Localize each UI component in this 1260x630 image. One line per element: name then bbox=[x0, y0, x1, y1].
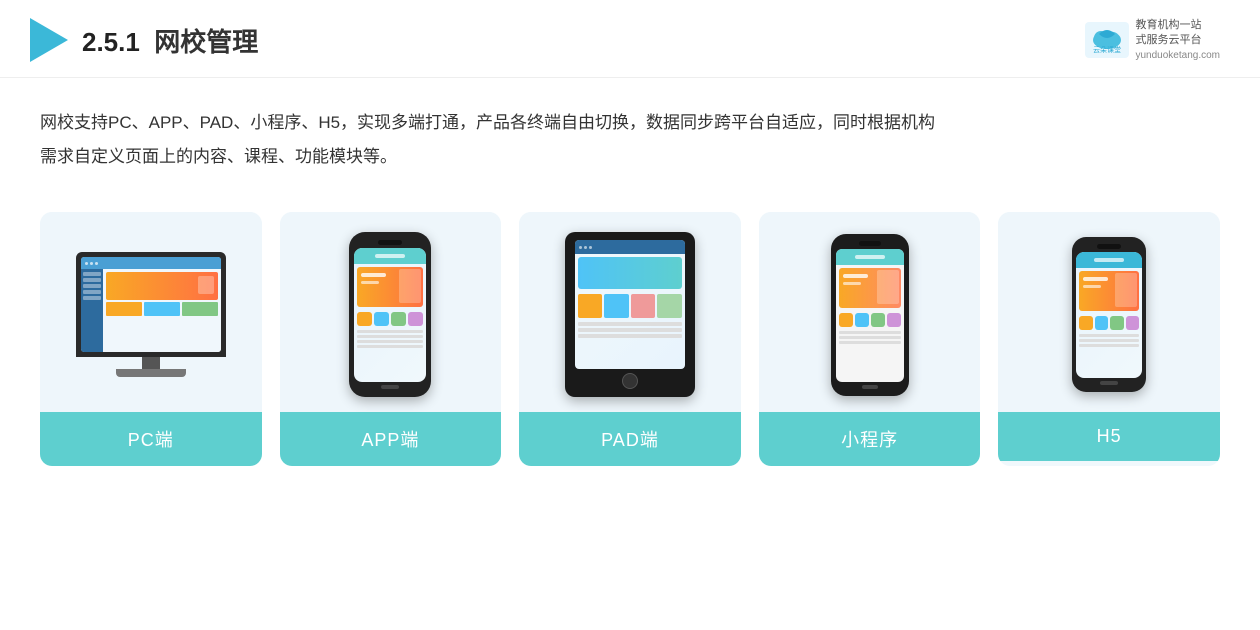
description-line1: 网校支持PC、APP、PAD、小程序、H5，实现多端打通，产品各终端自由切换，数… bbox=[40, 106, 1220, 140]
brand-logo: 云朵课堂 教育机构一站 式服务云平台 yunduoketang.com bbox=[1085, 18, 1220, 63]
card-image-h5 bbox=[998, 212, 1220, 412]
mini-phone-screen bbox=[836, 249, 904, 382]
page-header: 2.5.1 网校管理 云朵课堂 bbox=[0, 0, 1260, 78]
card-image-mini bbox=[759, 212, 981, 412]
card-pc: PC端 bbox=[40, 212, 262, 466]
card-label-pad: PAD端 bbox=[519, 412, 741, 466]
card-mini: 小程序 bbox=[759, 212, 981, 466]
app-phone-icon bbox=[349, 232, 431, 397]
page-title: 2.5.1 网校管理 bbox=[82, 22, 258, 59]
brand-url: yunduoketang.com bbox=[1135, 49, 1220, 63]
description-line2: 需求自定义页面上的内容、课程、功能模块等。 bbox=[40, 140, 1220, 174]
card-app: APP端 bbox=[280, 212, 502, 466]
brand-text: 教育机构一站 式服务云平台 yunduoketang.com bbox=[1135, 18, 1220, 63]
card-pad: PAD端 bbox=[519, 212, 741, 466]
h5-phone-icon bbox=[1072, 237, 1146, 392]
phone-notch bbox=[378, 240, 402, 245]
pad-home-button bbox=[622, 373, 638, 389]
pad-screen bbox=[575, 240, 685, 369]
card-h5: H5 bbox=[998, 212, 1220, 466]
pad-tablet-icon bbox=[565, 232, 695, 397]
brand-tagline1: 教育机构一站 bbox=[1135, 18, 1220, 33]
monitor-frame bbox=[76, 252, 226, 357]
header-left: 2.5.1 网校管理 bbox=[30, 18, 258, 62]
mini-phone-icon bbox=[831, 234, 909, 396]
pc-monitor-icon bbox=[71, 252, 231, 377]
card-image-app bbox=[280, 212, 502, 412]
h5-home-button bbox=[1100, 381, 1118, 385]
svg-text:云朵课堂: 云朵课堂 bbox=[1093, 45, 1121, 54]
card-label-pc: PC端 bbox=[40, 412, 262, 466]
h5-phone-notch bbox=[1097, 244, 1121, 249]
mini-phone-notch bbox=[859, 241, 881, 246]
h5-phone-screen bbox=[1076, 252, 1142, 378]
card-label-app: APP端 bbox=[280, 412, 502, 466]
card-label-mini: 小程序 bbox=[759, 412, 981, 466]
section-number: 2.5.1 bbox=[82, 27, 140, 57]
cards-section: PC端 bbox=[0, 184, 1260, 466]
title-text: 网校管理 bbox=[154, 27, 258, 57]
card-image-pc bbox=[40, 212, 262, 412]
brand-cloud-icon: 云朵课堂 bbox=[1085, 22, 1129, 58]
phone-screen bbox=[354, 248, 426, 382]
card-image-pad bbox=[519, 212, 741, 412]
logo-triangle-icon bbox=[30, 18, 68, 62]
brand-tagline2: 式服务云平台 bbox=[1135, 33, 1220, 48]
monitor-screen bbox=[81, 257, 221, 352]
page-container: 2.5.1 网校管理 云朵课堂 bbox=[0, 0, 1260, 630]
card-label-h5: H5 bbox=[998, 412, 1220, 461]
description-block: 网校支持PC、APP、PAD、小程序、H5，实现多端打通，产品各终端自由切换，数… bbox=[0, 78, 1260, 174]
phone-home-button bbox=[381, 385, 399, 389]
mini-phone-btn bbox=[862, 385, 878, 389]
header-right: 云朵课堂 教育机构一站 式服务云平台 yunduoketang.com bbox=[1085, 18, 1220, 63]
